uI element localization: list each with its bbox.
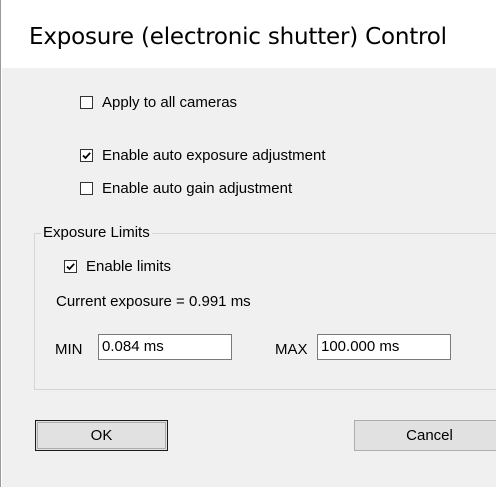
checkmark-icon [82, 152, 91, 160]
exposure-dialog: Exposure (electronic shutter) Control Ap… [0, 0, 496, 487]
auto-gain-label[interactable]: Enable auto gain adjustment [102, 180, 292, 197]
auto-exposure-checkbox[interactable] [80, 149, 93, 162]
min-label: MIN [55, 341, 83, 358]
enable-limits-label[interactable]: Enable limits [86, 258, 171, 275]
checkmark-icon [66, 263, 75, 271]
exposure-limits-group [34, 233, 496, 390]
min-exposure-input[interactable]: 0.084 ms [98, 334, 232, 360]
auto-exposure-label[interactable]: Enable auto exposure adjustment [102, 147, 325, 164]
cancel-button[interactable]: Cancel [354, 420, 496, 451]
enable-limits-checkbox[interactable] [64, 260, 77, 273]
max-label: MAX [275, 341, 308, 358]
apply-all-cameras-label[interactable]: Apply to all cameras [102, 94, 237, 111]
window-title: Exposure (electronic shutter) Control [29, 24, 447, 50]
max-exposure-input[interactable]: 100.000 ms [317, 334, 451, 360]
current-exposure-text: Current exposure = 0.991 ms [56, 293, 251, 310]
auto-gain-checkbox[interactable] [80, 182, 93, 195]
exposure-limits-caption: Exposure Limits [41, 224, 152, 241]
apply-all-cameras-checkbox[interactable] [80, 96, 93, 109]
ok-button[interactable]: OK [35, 420, 168, 451]
